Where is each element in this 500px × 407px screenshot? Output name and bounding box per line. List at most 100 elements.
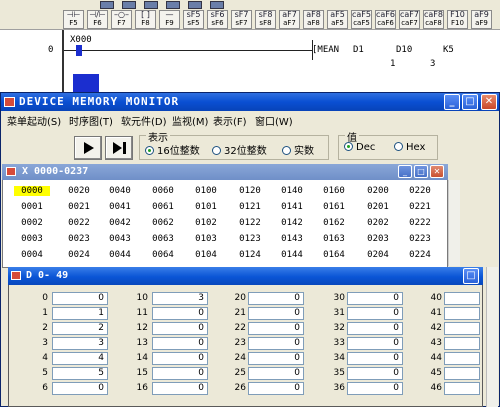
x-device-cell[interactable]: 0024: [61, 250, 97, 260]
x-device-cell[interactable]: 0161: [316, 202, 352, 212]
toolbar-key[interactable]: sF7 sF7: [231, 10, 252, 29]
d-register-value-field[interactable]: 0: [248, 352, 304, 365]
x-device-cell[interactable]: 0221: [402, 202, 438, 212]
x-device-cell[interactable]: 0123: [232, 234, 268, 244]
d-register-value-field[interactable]: [444, 367, 480, 380]
x-device-cell[interactable]: 0122: [232, 218, 268, 228]
x-device-cell[interactable]: 0063: [145, 234, 181, 244]
d-register-value-field[interactable]: 0: [248, 322, 304, 335]
x-device-cell[interactable]: 0203: [360, 234, 396, 244]
x-device-cell[interactable]: 0101: [188, 202, 224, 212]
ladder-cursor[interactable]: [73, 74, 99, 92]
x-device-cell[interactable]: 0141: [274, 202, 310, 212]
x-device-cell[interactable]: 0104: [188, 250, 224, 260]
x-device-cell[interactable]: 0124: [232, 250, 268, 260]
x-device-cell[interactable]: 0142: [274, 218, 310, 228]
x-device-cell[interactable]: 0120: [232, 186, 268, 196]
d-register-value-field[interactable]: [444, 307, 480, 320]
x-device-cell[interactable]: 0022: [61, 218, 97, 228]
radio-dec[interactable]: Dec: [344, 142, 375, 153]
x-device-cell[interactable]: 0220: [402, 186, 438, 196]
d-register-value-field[interactable]: 2: [52, 322, 108, 335]
menu-monitor[interactable]: 监视(M): [172, 113, 208, 128]
x-device-cell[interactable]: 0223: [402, 234, 438, 244]
d-register-value-field[interactable]: 3: [152, 292, 208, 305]
d-register-value-field[interactable]: [444, 352, 480, 365]
close-icon[interactable]: ✕: [481, 94, 497, 110]
d-register-value-field[interactable]: 5: [52, 367, 108, 380]
x-device-cell[interactable]: 0061: [145, 202, 181, 212]
x-device-cell-selected[interactable]: 0000: [14, 186, 50, 196]
d-register-value-field[interactable]: 0: [248, 337, 304, 350]
minimize-icon[interactable]: _: [444, 94, 460, 110]
close-icon[interactable]: ✕: [430, 165, 444, 178]
d-register-value-field[interactable]: 0: [347, 352, 403, 365]
d-register-value-field[interactable]: 0: [347, 337, 403, 350]
d-register-value-field[interactable]: 0: [347, 307, 403, 320]
x-device-cell[interactable]: 0202: [360, 218, 396, 228]
d-register-value-field[interactable]: 0: [52, 382, 108, 395]
x-device-cell[interactable]: 0043: [102, 234, 138, 244]
toolbar-key[interactable]: caF7 caF7: [399, 10, 420, 29]
x-device-cell[interactable]: 0204: [360, 250, 396, 260]
toolbar-key[interactable]: aF8 aF8: [303, 10, 324, 29]
step-button[interactable]: [105, 136, 133, 160]
toolbar-key[interactable]: ⊣/⊢ F6: [87, 10, 108, 29]
d-register-value-field[interactable]: 0: [152, 382, 208, 395]
d-register-value-field[interactable]: 0: [248, 382, 304, 395]
x-device-cell[interactable]: 0163: [316, 234, 352, 244]
d-register-value-field[interactable]: 4: [52, 352, 108, 365]
toolbar-icon[interactable]: [188, 1, 202, 9]
d-register-value-field[interactable]: 0: [152, 322, 208, 335]
d-register-value-field[interactable]: 0: [52, 292, 108, 305]
x-device-cell[interactable]: 0201: [360, 202, 396, 212]
d-register-value-field[interactable]: 3: [52, 337, 108, 350]
x-device-cell[interactable]: 0042: [102, 218, 138, 228]
x-device-cell[interactable]: 0023: [61, 234, 97, 244]
x-device-cell[interactable]: 0064: [145, 250, 181, 260]
radio-32bit[interactable]: 32位整数: [212, 142, 267, 157]
toolbar-key[interactable]: aF9 aF9: [471, 10, 492, 29]
ladder-contact-active[interactable]: [76, 45, 82, 56]
x-device-cell[interactable]: 0001: [14, 202, 50, 212]
d-register-value-field[interactable]: 0: [152, 307, 208, 320]
toolbar-key[interactable]: caF8 caF8: [423, 10, 444, 29]
d-register-value-field[interactable]: 0: [347, 322, 403, 335]
d-register-value-field[interactable]: 1: [52, 307, 108, 320]
x-device-cell[interactable]: 0162: [316, 218, 352, 228]
x-device-cell[interactable]: 0002: [14, 218, 50, 228]
x-device-cell[interactable]: 0224: [402, 250, 438, 260]
x-device-cell[interactable]: 0062: [145, 218, 181, 228]
x-device-cell[interactable]: 0140: [274, 186, 310, 196]
d-register-value-field[interactable]: 0: [152, 337, 208, 350]
x-device-cell[interactable]: 0040: [102, 186, 138, 196]
d-register-value-field[interactable]: 0: [248, 367, 304, 380]
toolbar-key[interactable]: aF5 aF5: [327, 10, 348, 29]
x-device-cell[interactable]: 0003: [14, 234, 50, 244]
x-device-cell[interactable]: 0103: [188, 234, 224, 244]
x-device-cell[interactable]: 0143: [274, 234, 310, 244]
menu-timing[interactable]: 时序图(T): [69, 113, 113, 128]
toolbar-key[interactable]: F10 F10: [447, 10, 468, 29]
radio-16bit[interactable]: 16位整数: [145, 142, 200, 157]
d-register-value-field[interactable]: 0: [347, 382, 403, 395]
d-register-value-field[interactable]: 0: [248, 292, 304, 305]
d-register-value-field[interactable]: 0: [152, 367, 208, 380]
x-device-cell[interactable]: 0100: [188, 186, 224, 196]
toolbar-icon[interactable]: [144, 1, 158, 9]
d-register-value-field[interactable]: [444, 337, 480, 350]
window-title-bar[interactable]: DEVICE MEMORY MONITOR _ □ ✕: [1, 93, 499, 111]
toolbar-key[interactable]: caF6 caF6: [375, 10, 396, 29]
x-device-cell[interactable]: 0021: [61, 202, 97, 212]
radio-hex[interactable]: Hex: [394, 142, 425, 153]
d-register-value-field[interactable]: 0: [248, 307, 304, 320]
radio-real[interactable]: 实数: [282, 142, 314, 157]
toolbar-icon[interactable]: [122, 1, 136, 9]
toolbar-key[interactable]: ⊣⊢ F5: [63, 10, 84, 29]
x-device-cell[interactable]: 0020: [61, 186, 97, 196]
x-window-title-bar[interactable]: X 0000-0237 _ □ ✕: [2, 164, 448, 180]
x-device-cell[interactable]: 0164: [316, 250, 352, 260]
toolbar-key[interactable]: aF7 aF7: [279, 10, 300, 29]
d-register-value-field[interactable]: [444, 322, 480, 335]
x-device-cell[interactable]: 0041: [102, 202, 138, 212]
